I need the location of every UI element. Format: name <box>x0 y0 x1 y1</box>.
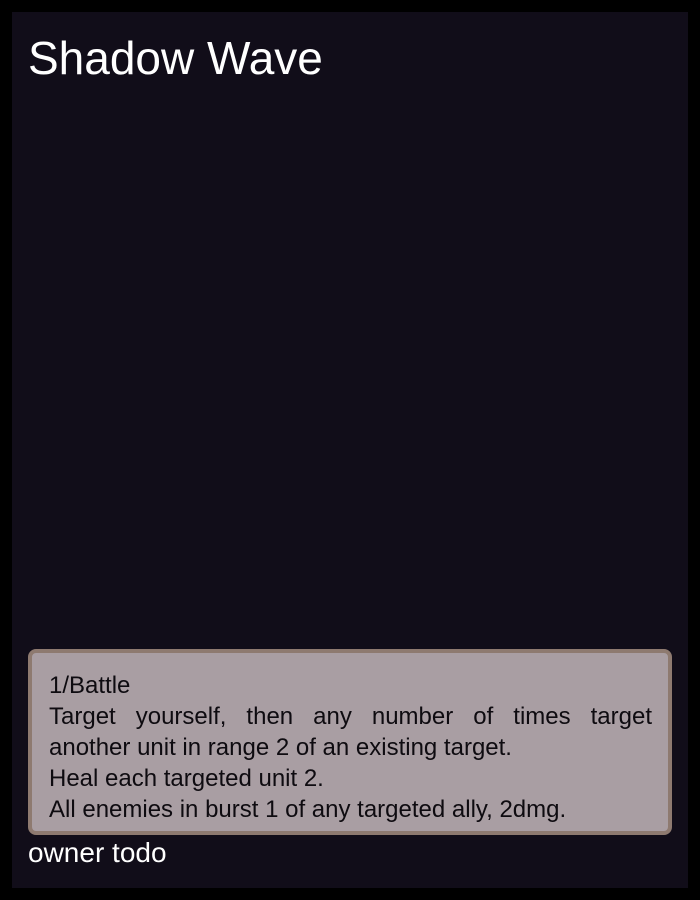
ability-card: Shadow Wave 1/Battle Target yourself, th… <box>12 12 688 888</box>
rules-line-4: All enemies in burst 1 of any targeted a… <box>49 796 567 823</box>
rules-line-3: Heal each targeted unit 2. <box>49 765 324 792</box>
frequency-text: 1/Battle <box>49 672 131 699</box>
rules-line-1: Target yourself, then any number of time… <box>49 703 652 730</box>
rules-line-2: another unit in range 2 of an existing t… <box>49 734 512 761</box>
card-title: Shadow Wave <box>28 32 323 84</box>
rules-text-box: 1/Battle Target yourself, then any numbe… <box>28 649 672 835</box>
card-owner-footer: owner todo <box>28 837 167 868</box>
